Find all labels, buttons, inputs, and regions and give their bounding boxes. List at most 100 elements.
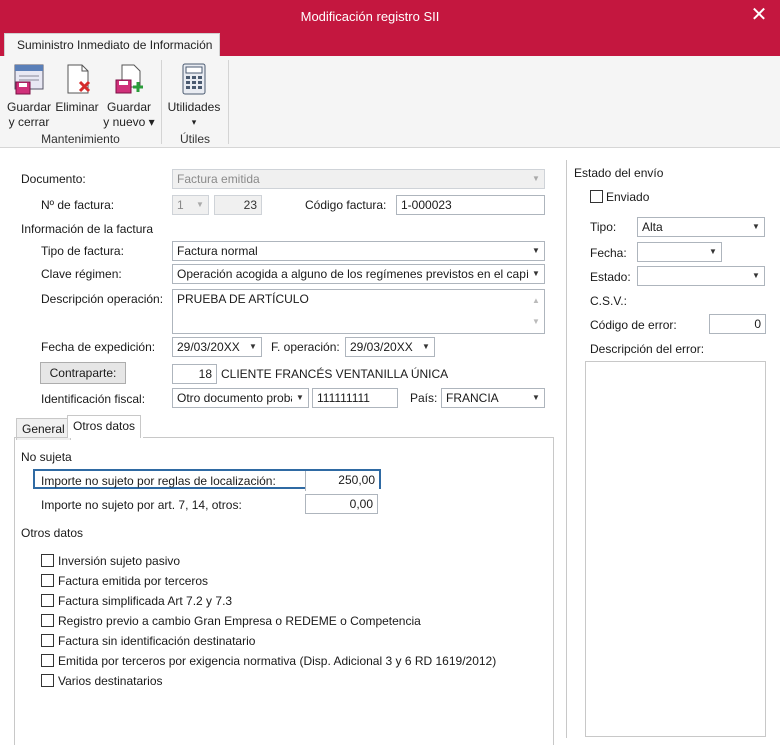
save-close-button[interactable]: Guardar y cerrar — [6, 62, 52, 130]
contraparte-number-input[interactable]: 18 — [172, 364, 217, 384]
tipo-select[interactable]: Alta ▼ — [637, 217, 765, 237]
id-fiscal-type-value: Otro documento probatorio — [177, 391, 309, 405]
f-operacion-input[interactable]: 29/03/20XX ▼ — [345, 337, 435, 357]
chevron-down-icon: ▼ — [752, 222, 760, 231]
tipo-factura-value: Factura normal — [177, 244, 258, 258]
info-factura-heading: Información de la factura — [21, 222, 154, 236]
no-sujeta-heading: No sujeta — [21, 450, 72, 464]
title-bar: Modificación registro SII ✕ — [0, 0, 780, 32]
ribbon-tab-strip: Suministro Inmediato de Información — [0, 32, 780, 57]
calculator-icon — [177, 62, 211, 96]
check-inversion-sujeto-pasivo[interactable] — [41, 554, 54, 567]
group-label-mantenimiento: Mantenimiento — [41, 132, 120, 146]
check-label: Emitida por terceros por exigencia norma… — [58, 654, 497, 668]
chevron-up-icon: ▲ — [532, 296, 540, 305]
descripcion-value: PRUEBA DE ARTÍCULO — [177, 292, 309, 306]
chevron-down-icon: ▼ — [532, 246, 540, 255]
clave-regimen-label: Clave régimen: — [41, 267, 122, 281]
check-varios-destinatarios[interactable] — [41, 674, 54, 687]
tipo-label: Tipo: — [590, 220, 617, 234]
panel-divider — [566, 160, 567, 738]
check-exigencia-normativa[interactable] — [41, 654, 54, 667]
check-emitida-terceros[interactable] — [41, 574, 54, 587]
utilities-button[interactable]: Utilidades ▾ — [166, 62, 222, 130]
id-fiscal-label: Identificación fiscal: — [41, 392, 146, 406]
save-new-label-2: y nuevo ▾ — [103, 115, 155, 129]
estado-select[interactable]: ▼ — [637, 266, 765, 286]
descripcion-textarea[interactable]: PRUEBA DE ARTÍCULO ▲ ▼ — [172, 289, 545, 334]
tab-panel-border — [553, 437, 554, 745]
save-new-button[interactable]: Guardar y nuevo ▾ — [102, 62, 156, 130]
ribbon: Guardar y cerrar Eliminar Guardar y nuev… — [0, 56, 780, 148]
chevron-down-icon: ▼ — [196, 200, 204, 209]
check-simplificada[interactable] — [41, 594, 54, 607]
delete-document-icon — [60, 62, 94, 96]
codigo-factura-input[interactable]: 1-000023 — [396, 195, 545, 215]
pais-select[interactable]: FRANCIA ▼ — [441, 388, 545, 408]
fecha-expedicion-label: Fecha de expedición: — [41, 340, 156, 354]
otros-datos-heading: Otros datos — [21, 526, 84, 540]
check-enviado[interactable] — [590, 190, 603, 203]
fecha-expedicion-value: 29/03/20XX — [177, 340, 240, 354]
chevron-down-icon: ▼ — [709, 247, 717, 256]
utilities-dropdown-arrow: ▾ — [191, 117, 197, 127]
num-factura-label: Nº de factura: — [41, 198, 115, 212]
chevron-down-icon: ▼ — [528, 265, 544, 283]
fecha-envio-input[interactable]: ▼ — [637, 242, 722, 262]
save-close-icon — [12, 62, 46, 96]
documento-select: Factura emitida ▼ — [172, 169, 545, 189]
pais-value: FRANCIA — [446, 391, 499, 405]
f-operacion-value: 29/03/20XX — [350, 340, 413, 354]
codigo-error-label: Código de error: — [590, 318, 677, 332]
estado-envio-heading: Estado del envío — [574, 166, 664, 180]
num-factura-number: 23 — [214, 195, 262, 215]
id-fiscal-type-select[interactable]: Otro documento probatorio ▼ — [172, 388, 309, 408]
chevron-down-icon: ▼ — [752, 271, 760, 280]
chevron-down-icon: ▼ — [249, 342, 257, 351]
close-icon[interactable]: ✕ — [746, 2, 772, 28]
contraparte-button[interactable]: Contraparte: — [40, 362, 126, 384]
importe-localizacion-input[interactable]: 250,00 — [305, 471, 379, 491]
enviado-label: Enviado — [606, 190, 650, 204]
ribbon-tab-sii[interactable]: Suministro Inmediato de Información — [4, 33, 220, 57]
estado-label: Estado: — [590, 270, 631, 284]
fecha-label: Fecha: — [590, 246, 627, 260]
fecha-expedicion-input[interactable]: 29/03/20XX ▼ — [172, 337, 262, 357]
check-label: Factura simplificada Art 7.2 y 7.3 — [58, 594, 233, 608]
tipo-factura-select[interactable]: Factura normal ▼ — [172, 241, 545, 261]
importe-art-input[interactable]: 0,00 — [305, 494, 378, 514]
delete-button[interactable]: Eliminar — [55, 62, 99, 115]
textarea-scrollbar[interactable]: ▲ ▼ — [528, 290, 544, 333]
num-factura-serie-value: 1 — [177, 198, 184, 212]
f-operacion-label: F. operación: — [271, 340, 340, 354]
check-label: Inversión sujeto pasivo — [58, 554, 181, 568]
save-new-icon — [112, 62, 146, 96]
save-close-label-2: y cerrar — [8, 115, 50, 129]
delete-label: Eliminar — [55, 100, 99, 114]
check-sin-identificacion[interactable] — [41, 634, 54, 647]
save-close-label-1: Guardar — [6, 100, 52, 114]
check-registro-previo[interactable] — [41, 614, 54, 627]
check-label: Registro previo a cambio Gran Empresa o … — [58, 614, 421, 628]
chevron-down-icon: ▼ — [422, 342, 430, 351]
clave-regimen-select[interactable]: Operación acogida a alguno de los regíme… — [172, 264, 545, 284]
descripcion-error-label: Descripción del error: — [590, 342, 705, 356]
chevron-down-icon: ▼ — [292, 389, 308, 407]
importe-art-label: Importe no sujeto por art. 7, 14, otros: — [41, 498, 242, 512]
chevron-down-icon: ▼ — [532, 174, 540, 183]
check-label: Factura emitida por terceros — [58, 574, 209, 588]
save-new-label-1: Guardar — [106, 100, 152, 114]
tab-panel-border — [14, 437, 15, 745]
documento-value: Factura emitida — [177, 172, 260, 186]
tab-otros-datos[interactable]: Otros datos — [67, 415, 142, 438]
csv-label: C.S.V.: — [590, 294, 627, 308]
codigo-error-input[interactable]: 0 — [709, 314, 766, 334]
tipo-factura-label: Tipo de factura: — [41, 244, 124, 258]
descripcion-error-textarea[interactable] — [585, 361, 766, 737]
chevron-down-icon: ▼ — [532, 393, 540, 402]
documento-label: Documento: — [21, 172, 86, 186]
check-label: Factura sin identificación destinatario — [58, 634, 256, 648]
codigo-factura-label: Código factura: — [305, 198, 387, 212]
tab-panel-border — [14, 437, 67, 438]
id-fiscal-input[interactable]: 111111111 — [312, 388, 398, 408]
